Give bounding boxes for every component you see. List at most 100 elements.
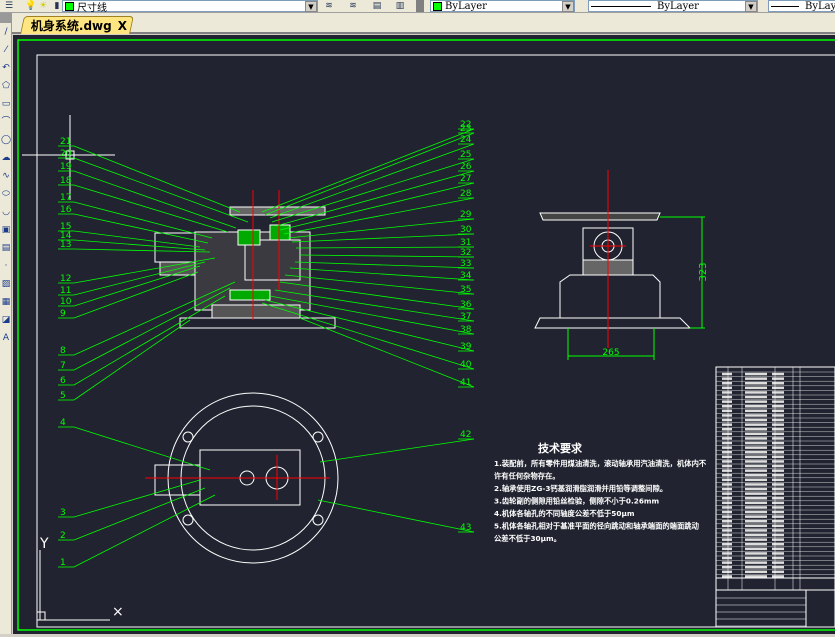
balloon-number: 6	[60, 376, 66, 386]
balloon-number: 12	[60, 274, 71, 284]
sun-icon[interactable]: ☀	[36, 0, 50, 12]
lineweight-dropdown[interactable]: ByLayer	[768, 0, 835, 12]
table-cell-text	[722, 418, 732, 422]
ellipse-tool-icon[interactable]: ⬭	[0, 185, 12, 203]
table-cell-text	[772, 483, 784, 486]
chevron-down-icon[interactable]: ▼	[745, 0, 757, 12]
table-cell-text	[745, 566, 767, 569]
polygon-tool-icon[interactable]: ⬠	[0, 77, 12, 95]
balloon-number: 31	[460, 238, 471, 248]
layer-match-icon[interactable]: ▤	[370, 0, 384, 12]
leader-line	[73, 145, 241, 213]
table-cell-text	[745, 547, 767, 551]
balloon-number: 4	[60, 418, 66, 428]
toolbar-grip[interactable]	[0, 13, 11, 23]
chevron-down-icon[interactable]: ▼	[305, 0, 317, 12]
rectangle-tool-icon[interactable]: ▭	[0, 95, 12, 113]
balloon-number: 26	[460, 162, 472, 172]
dimension-width: 265	[602, 348, 619, 358]
gradient-tool-icon[interactable]: ▦	[0, 293, 12, 311]
balloon-number: 39	[460, 342, 472, 352]
table-cell-text	[745, 432, 767, 436]
chevron-down-icon[interactable]: ▼	[562, 0, 574, 12]
ucs-x-mark: ×	[112, 604, 124, 620]
balloon-number: 23	[460, 124, 471, 134]
layer-dropdown[interactable]: 尺寸线 ▼	[62, 0, 318, 14]
region-tool-icon[interactable]: ◪	[0, 311, 12, 329]
arc-tool-icon[interactable]: ⌒	[0, 113, 12, 131]
table-cell-text	[745, 409, 767, 413]
line-tool-icon[interactable]: /	[0, 23, 12, 41]
table-cell-text	[745, 492, 767, 495]
table-cell-text	[745, 418, 767, 422]
table-cell-text	[772, 524, 784, 528]
table-cell-text	[745, 556, 767, 560]
balloon-number: 13	[60, 240, 71, 250]
tech-requirement-line: 1.装配前，所有零件用煤油清洗，滚动轴承用汽油清洗，机体内不	[494, 459, 707, 468]
ellipse-arc-tool-icon[interactable]: ◡	[0, 203, 12, 221]
insert-block-tool-icon[interactable]: ▣	[0, 221, 12, 239]
color-dropdown[interactable]: ByLayer ▼	[430, 0, 575, 12]
leader-line	[73, 479, 201, 518]
layer-iso-icon[interactable]: ▥	[393, 0, 407, 12]
balloon-number: 17	[60, 193, 71, 203]
leader-line	[299, 254, 475, 258]
table-cell-text	[745, 501, 767, 505]
table-cell-text	[772, 492, 784, 495]
revcloud-tool-icon[interactable]: ☁	[0, 149, 12, 167]
leader-line	[73, 184, 229, 233]
leader-line	[73, 261, 206, 296]
table-cell-text	[772, 543, 784, 546]
lineweight-value: ByLayer	[805, 0, 835, 12]
balloon-number: 33	[460, 259, 471, 269]
table-cell-text	[722, 552, 732, 555]
leader-line	[73, 271, 199, 319]
table-cell-text	[745, 391, 767, 394]
table-cell-text	[772, 400, 784, 403]
balloon-number: 18	[60, 176, 72, 186]
circle-tool-icon[interactable]: ◯	[0, 131, 12, 149]
linetype-value: ByLayer	[657, 0, 699, 12]
spline-tool-icon[interactable]: ∿	[0, 167, 12, 185]
ucs-origin	[36, 611, 46, 621]
table-cell-text	[745, 543, 767, 546]
table-cell-text	[745, 529, 767, 532]
point-tool-icon[interactable]: ·	[0, 257, 12, 275]
table-cell-text	[722, 497, 732, 500]
multiline-text-tool-icon[interactable]: A	[0, 329, 12, 347]
balloon-number: 25	[460, 150, 471, 160]
table-cell-text	[772, 552, 784, 555]
table-cell-text	[722, 556, 732, 560]
layer-properties-toolbar: ☰ 💡 ☀ ▮ 尺寸线 ▼ ≋ ≋ ▤ ▥ ByLayer ▼ ByLayer …	[0, 0, 835, 14]
table-cell-text	[772, 372, 784, 376]
table-cell-text	[745, 451, 767, 454]
tab-drawing[interactable]: 机身系统.dwg X	[20, 16, 135, 34]
balloon-number: 28	[460, 189, 472, 199]
balloon-number: 27	[460, 174, 471, 184]
color-swatch	[433, 1, 442, 11]
table-cell-text	[745, 460, 767, 463]
layer-manager-icon[interactable]: ☰	[2, 0, 16, 12]
lineweight-sample	[771, 5, 799, 7]
table-cell-text	[745, 386, 767, 390]
layer-state-icon[interactable]: ≋	[346, 0, 360, 12]
construction-line-tool-icon[interactable]: ⁄	[0, 41, 12, 59]
linetype-dropdown[interactable]: ByLayer ▼	[588, 0, 758, 12]
table-cell-text	[772, 418, 784, 422]
close-icon[interactable]: X	[118, 19, 127, 33]
leader-line	[73, 287, 231, 371]
table-cell-text	[745, 520, 767, 523]
layer-previous-icon[interactable]: ≋	[322, 0, 336, 12]
drawing-canvas[interactable]: 21 20 19 18 17 16 15 14 13 12 11 10 9 8 7 6 5 22 23 24 25 26 2…	[13, 35, 835, 634]
table-cell-text	[772, 487, 784, 491]
side-body	[559, 274, 661, 319]
document-tab-bar: 机身系统.dwg X	[12, 13, 835, 34]
table-cell-text	[772, 538, 784, 541]
polyline-tool-icon[interactable]: ↶	[0, 59, 12, 77]
make-block-tool-icon[interactable]: ▤	[0, 239, 12, 257]
table-cell-text	[745, 533, 767, 537]
toolbar-grip[interactable]	[416, 0, 424, 12]
balloon-number: 5	[60, 391, 66, 401]
balloon-number: 21	[60, 137, 71, 147]
hatch-tool-icon[interactable]: ▨	[0, 275, 12, 293]
